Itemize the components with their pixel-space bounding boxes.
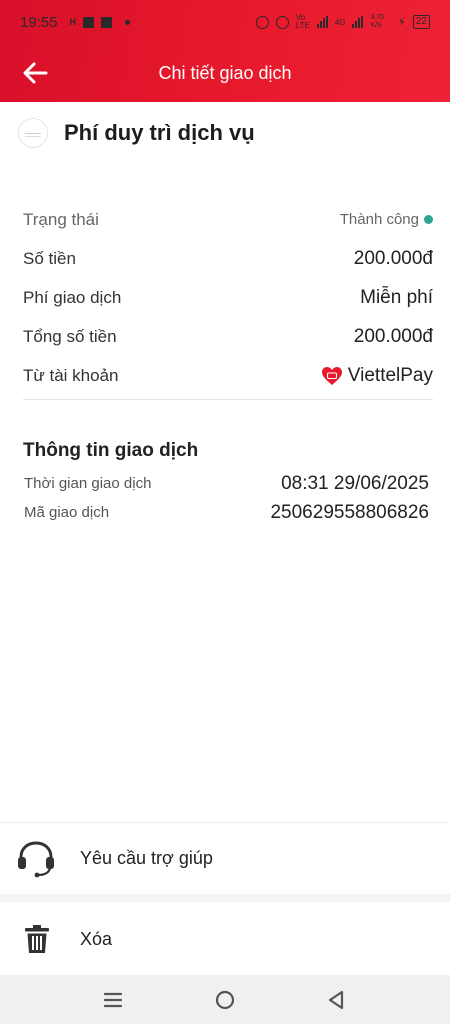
service-name: Phí duy trì dịch vụ	[64, 120, 255, 145]
info-label: Thời gian giao dịch	[24, 475, 152, 492]
help-request-button[interactable]: Yêu cầu trợ giúp	[0, 822, 450, 894]
viettelpay-logo-icon	[321, 366, 343, 386]
notification-icon	[83, 16, 95, 28]
detail-label: Phí giao dịch	[23, 287, 122, 307]
source-account-value: ViettelPay	[321, 365, 433, 387]
notification-icon	[101, 16, 113, 28]
delete-label: Xóa	[80, 928, 113, 949]
status-dot-icon	[424, 215, 433, 224]
info-row-time: Thời gian giao dịch 08:31 29/06/2025	[24, 469, 429, 498]
service-header: Phí duy trì dịch vụ	[18, 118, 255, 148]
menu-icon	[103, 992, 123, 1008]
transaction-details: Trạng thái Thành công Số tiền 200.000đ P…	[23, 200, 433, 395]
status-time: 19:55	[20, 13, 58, 31]
detail-label: Tổng số tiền	[23, 326, 117, 346]
detail-label: Số tiền	[23, 248, 76, 268]
nav-home-button[interactable]	[212, 987, 238, 1013]
section-divider	[23, 399, 433, 400]
status-right: Vo LTE 4G 3.70 K/S ⚡ 22	[255, 13, 430, 30]
detail-row-amount: Số tiền 200.000đ	[23, 239, 433, 278]
detail-value: Miễn phí	[360, 286, 433, 308]
detail-label: Từ tài khoản	[23, 365, 119, 385]
info-row-transaction-id: Mã giao dịch 250629558806826	[24, 498, 429, 527]
alarm-icon	[275, 15, 289, 29]
detail-row-status: Trạng thái Thành công	[23, 200, 433, 239]
headset-icon	[18, 840, 54, 877]
signal-icon	[352, 16, 364, 28]
back-triangle-icon	[328, 990, 344, 1010]
speed-label: 3.70 K/S	[370, 14, 385, 29]
status-value: Thành công	[340, 211, 433, 228]
info-value: 250629558806826	[270, 501, 429, 523]
detail-label: Trạng thái	[23, 209, 99, 229]
status-h-indicator: H	[69, 17, 77, 27]
info-section-title: Thông tin giao dịch	[23, 440, 199, 461]
charging-icon: ⚡	[397, 15, 406, 29]
volte-label: Vo LTE	[295, 13, 310, 30]
delete-button[interactable]: Xóa	[0, 903, 450, 975]
app-header: 19:55 H Vo LTE 4G 3.70 K/S ⚡ 22 Chi tiết…	[0, 0, 450, 102]
transaction-info: Thời gian giao dịch 08:31 29/06/2025 Mã …	[24, 469, 429, 527]
service-logo	[18, 118, 48, 148]
nav-menu-button[interactable]	[100, 987, 126, 1013]
trash-icon	[25, 925, 49, 953]
section-separator	[0, 894, 450, 902]
data-saver-icon	[255, 15, 269, 29]
more-notifications-icon	[125, 19, 131, 25]
info-value: 08:31 29/06/2025	[281, 472, 429, 494]
detail-row-total: Tổng số tiền 200.000đ	[23, 317, 433, 356]
status-text: Thành công	[339, 211, 419, 228]
page-title: Chi tiết giao dịch	[158, 63, 292, 83]
detail-row-source-account: Từ tài khoản ViettelPay	[23, 356, 433, 395]
signal-icon	[316, 16, 328, 28]
battery-icon: 22	[412, 15, 430, 29]
help-request-label: Yêu cầu trợ giúp	[80, 848, 213, 868]
source-account-text: ViettelPay	[347, 364, 433, 386]
home-circle-icon	[215, 990, 235, 1010]
detail-row-fee: Phí giao dịch Miễn phí	[23, 278, 433, 317]
status-bar: 19:55 H Vo LTE 4G 3.70 K/S ⚡ 22	[0, 0, 450, 44]
nav-back-button[interactable]	[323, 987, 349, 1013]
detail-value: 200.000đ	[353, 247, 433, 269]
info-label: Mã giao dịch	[24, 504, 110, 521]
network-label: 4G	[334, 17, 346, 27]
system-nav-bar	[0, 975, 450, 1024]
detail-value: 200.000đ	[353, 325, 433, 347]
